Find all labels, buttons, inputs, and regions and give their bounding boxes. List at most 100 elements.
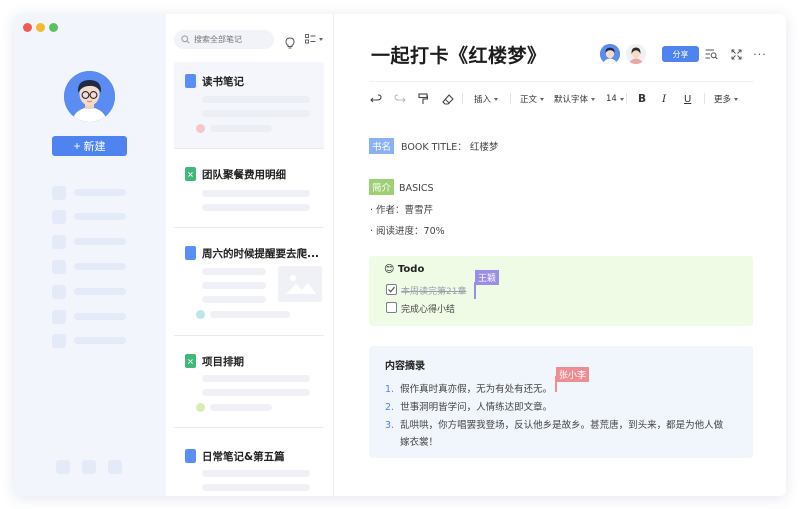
new-note-label: 新建: [83, 141, 106, 153]
more-format-menu[interactable]: 更多: [714, 90, 739, 108]
outline-search-icon[interactable]: [704, 47, 718, 61]
divider: [174, 427, 324, 428]
note-preview-line: [202, 96, 310, 103]
image-placeholder-icon: [286, 275, 316, 294]
excerpt-block[interactable]: 内容摘录 1. 假作真时真亦假，无为有处有还无。 2. 世事洞明皆学问，人情练达…: [369, 346, 753, 458]
excerpt-continuation[interactable]: 嫁衣裳！: [400, 434, 438, 448]
redo-icon[interactable]: [394, 90, 406, 108]
search-icon: [181, 35, 190, 44]
toolbar-separator: [510, 93, 511, 104]
note-item[interactable]: 日常笔记&第五篇: [174, 449, 324, 494]
note-thumbnail: [278, 266, 322, 302]
search-input[interactable]: [194, 35, 274, 44]
divider: [174, 335, 324, 336]
note-preview-line: [210, 125, 272, 132]
share-button[interactable]: 分享: [662, 46, 699, 62]
todo-heading: 😊 Todo: [384, 264, 424, 275]
user-avatar[interactable]: [64, 71, 115, 122]
note-preview-line: [202, 268, 266, 275]
view-mode-icon[interactable]: [305, 34, 323, 44]
paragraph-style-select[interactable]: 正文: [520, 90, 545, 108]
excerpt-item[interactable]: 1. 假作真时真亦假，无为有处有还无。: [385, 381, 552, 395]
sidebar-placeholder-bar: [74, 288, 126, 295]
book-title-line[interactable]: 书名 BOOK TITLE： 红楼梦: [369, 138, 498, 154]
todo-item[interactable]: 完成心得小结: [401, 302, 455, 315]
user-avatar-icon: [64, 71, 115, 122]
sidebar-placeholder-icon: [52, 310, 66, 324]
new-note-button[interactable]: + 新建: [52, 136, 127, 156]
note-item[interactable]: 读书笔记: [174, 74, 324, 144]
font-size-label: 14: [606, 94, 617, 104]
paragraph-style-label: 正文: [520, 95, 538, 105]
note-title: 读书笔记: [202, 76, 244, 88]
insert-menu[interactable]: 插入: [474, 90, 499, 108]
note-preview-line: [210, 311, 290, 318]
font-family-select[interactable]: 默认字体: [554, 90, 596, 108]
chevron-down-icon: [591, 97, 596, 101]
sidebar-footer-button[interactable]: [56, 460, 70, 474]
todo-checkbox[interactable]: [386, 302, 397, 313]
fullscreen-icon[interactable]: [729, 47, 743, 61]
eraser-icon[interactable]: [442, 90, 454, 108]
close-window-button[interactable]: [23, 23, 32, 32]
maximize-window-button[interactable]: [49, 23, 58, 32]
toolbar-separator: [462, 93, 463, 104]
todo-heading-text: Todo: [397, 264, 425, 275]
collaborator-avatar[interactable]: [600, 44, 620, 64]
format-painter-icon[interactable]: [418, 90, 428, 108]
sidebar-footer-button[interactable]: [108, 460, 122, 474]
font-size-select[interactable]: 14: [606, 90, 624, 108]
insert-label: 插入: [474, 95, 492, 105]
chevron-down-icon: [494, 97, 499, 101]
spreadsheet-icon: ×: [185, 354, 196, 368]
notes-list: 读书笔记 × 团队聚餐费用明细 周六的时候提醒要去爬...: [166, 14, 334, 496]
more-format-label: 更多: [714, 95, 732, 105]
note-title: 项目排期: [202, 356, 244, 368]
excerpt-text: 乱哄哄，你方唱罢我登场，反认他乡是故乡。甚荒唐，到头来，都是为他人做: [400, 420, 724, 431]
document-title[interactable]: 一起打卡《红楼梦》: [371, 41, 547, 68]
avatar-icon: [626, 44, 646, 64]
chevron-down-icon: [540, 97, 545, 101]
underline-button[interactable]: U: [684, 90, 691, 108]
note-item[interactable]: × 项目排期: [174, 354, 324, 424]
avatar-icon: [600, 44, 620, 64]
sidebar-placeholder-bar: [74, 213, 126, 220]
sidebar-placeholder-bar: [74, 238, 126, 245]
todo-block[interactable]: 😊 Todo 本周读完第21章 完成心得小结: [369, 256, 753, 326]
todo-checkbox-checked[interactable]: [386, 284, 397, 295]
note-tag-dot: [196, 403, 205, 412]
divider: [174, 148, 324, 149]
book-tag: 书名: [369, 138, 395, 154]
search-box[interactable]: [174, 30, 274, 49]
font-family-label: 默认字体: [554, 95, 589, 105]
spreadsheet-icon: ×: [185, 167, 196, 181]
note-preview-line: [202, 375, 310, 382]
excerpt-item[interactable]: 3. 乱哄哄，你方唱罢我登场，反认他乡是故乡。甚荒唐，到头来，都是为他人做: [385, 417, 723, 431]
sidebar-placeholder-icon: [52, 285, 66, 299]
excerpt-item[interactable]: 2. 世事洞明皆学问，人情练达即文章。: [385, 399, 552, 413]
note-preview-line: [202, 282, 266, 289]
sidebar-footer-button[interactable]: [82, 460, 96, 474]
list-number: 3.: [385, 420, 395, 431]
sidebar-placeholder-bar: [74, 189, 126, 196]
note-preview-line: [202, 190, 310, 197]
excerpt-text: 假作真时真亦假，无为有处有还无。: [400, 384, 553, 395]
note-preview-line: [202, 389, 310, 396]
todo-item-done[interactable]: 本周读完第21章: [401, 284, 466, 297]
sidebar-placeholder-icon: [52, 235, 66, 249]
excerpt-text: 世事洞明皆学问，人情练达即文章。: [400, 402, 553, 413]
minimize-window-button[interactable]: [36, 23, 45, 32]
italic-button[interactable]: I: [662, 90, 666, 108]
lightbulb-icon[interactable]: [285, 34, 295, 53]
more-options-icon[interactable]: ···: [753, 47, 767, 61]
collaborator-avatar[interactable]: [626, 44, 646, 64]
undo-icon[interactable]: [370, 90, 382, 108]
note-item[interactable]: 周六的时候提醒要去爬...: [174, 246, 324, 336]
note-item[interactable]: × 团队聚餐费用明细: [174, 167, 324, 227]
list-number: 1.: [385, 384, 395, 395]
author-line[interactable]: · 作者：曹雪芹: [370, 202, 433, 216]
bold-button[interactable]: B: [638, 90, 646, 108]
note-preview-line: [202, 110, 310, 117]
progress-line[interactable]: · 阅读进度：70%: [370, 223, 445, 237]
intro-line[interactable]: 简介 BASICS: [369, 179, 434, 195]
